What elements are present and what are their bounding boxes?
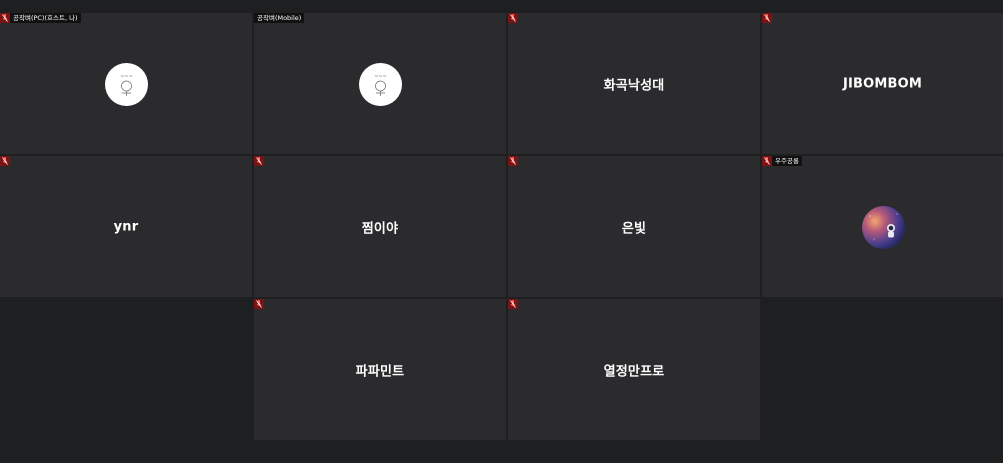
participant-tag-label: 우주공룡 xyxy=(775,157,799,165)
mic-muted-icon xyxy=(508,299,518,309)
participant-tag-label: 공작벼(Mobile) xyxy=(257,14,302,22)
participant-display-name: JIBOMBOM xyxy=(842,76,923,91)
participant-display-name: 은빛 xyxy=(621,221,647,236)
svg-text:~~~: ~~~ xyxy=(374,74,387,80)
doodle-avatar: ~~~ xyxy=(359,62,402,106)
participant-tile-5[interactable]: ynr xyxy=(0,156,252,297)
mic-muted-icon xyxy=(254,156,264,166)
mic-muted-icon xyxy=(762,13,772,23)
participant-display-name: 열정만프로 xyxy=(603,364,665,379)
participant-name-tag: 공작벼(Mobile) xyxy=(254,13,305,23)
mic-muted-icon xyxy=(0,156,10,166)
video-gallery: 공작벼(PC)(호스트, 나) ~~~ 공작벼(Mobile) ~~~ 화곡낙성… xyxy=(0,0,1003,463)
doodle-avatar: ~~~ xyxy=(105,62,148,106)
participant-tile-9[interactable]: 파파민트 xyxy=(254,299,506,440)
participant-tile-6[interactable]: 찜이야 xyxy=(254,156,506,297)
mic-muted-icon xyxy=(762,156,772,166)
participant-display-name: 찜이야 xyxy=(361,221,399,236)
participant-tile-3[interactable]: 화곡낙성대 xyxy=(508,13,760,154)
participant-tile-8[interactable]: 우주공룡 xyxy=(762,156,1003,297)
participant-tile-10[interactable]: 열정만프로 xyxy=(508,299,760,440)
participant-tag-label: 공작벼(PC)(호스트, 나) xyxy=(13,14,78,22)
participant-display-name: ynr xyxy=(113,219,139,234)
mic-muted-icon xyxy=(0,13,10,23)
participant-name-tag: 우주공룡 xyxy=(762,156,802,166)
svg-text:~~~: ~~~ xyxy=(120,74,133,80)
astronaut-avatar xyxy=(861,205,905,249)
mic-muted-icon xyxy=(254,299,264,309)
participant-tile-7[interactable]: 은빛 xyxy=(508,156,760,297)
participant-display-name: 파파민트 xyxy=(355,364,405,379)
participant-tile-1[interactable]: 공작벼(PC)(호스트, 나) ~~~ xyxy=(0,13,252,154)
mic-muted-icon xyxy=(508,156,518,166)
participant-name-tag: 공작벼(PC)(호스트, 나) xyxy=(0,13,81,23)
mic-muted-icon xyxy=(508,13,518,23)
participant-tile-4[interactable]: JIBOMBOM xyxy=(762,13,1003,154)
participant-display-name: 화곡낙성대 xyxy=(603,78,665,93)
participant-tile-2[interactable]: 공작벼(Mobile) ~~~ xyxy=(254,13,506,154)
